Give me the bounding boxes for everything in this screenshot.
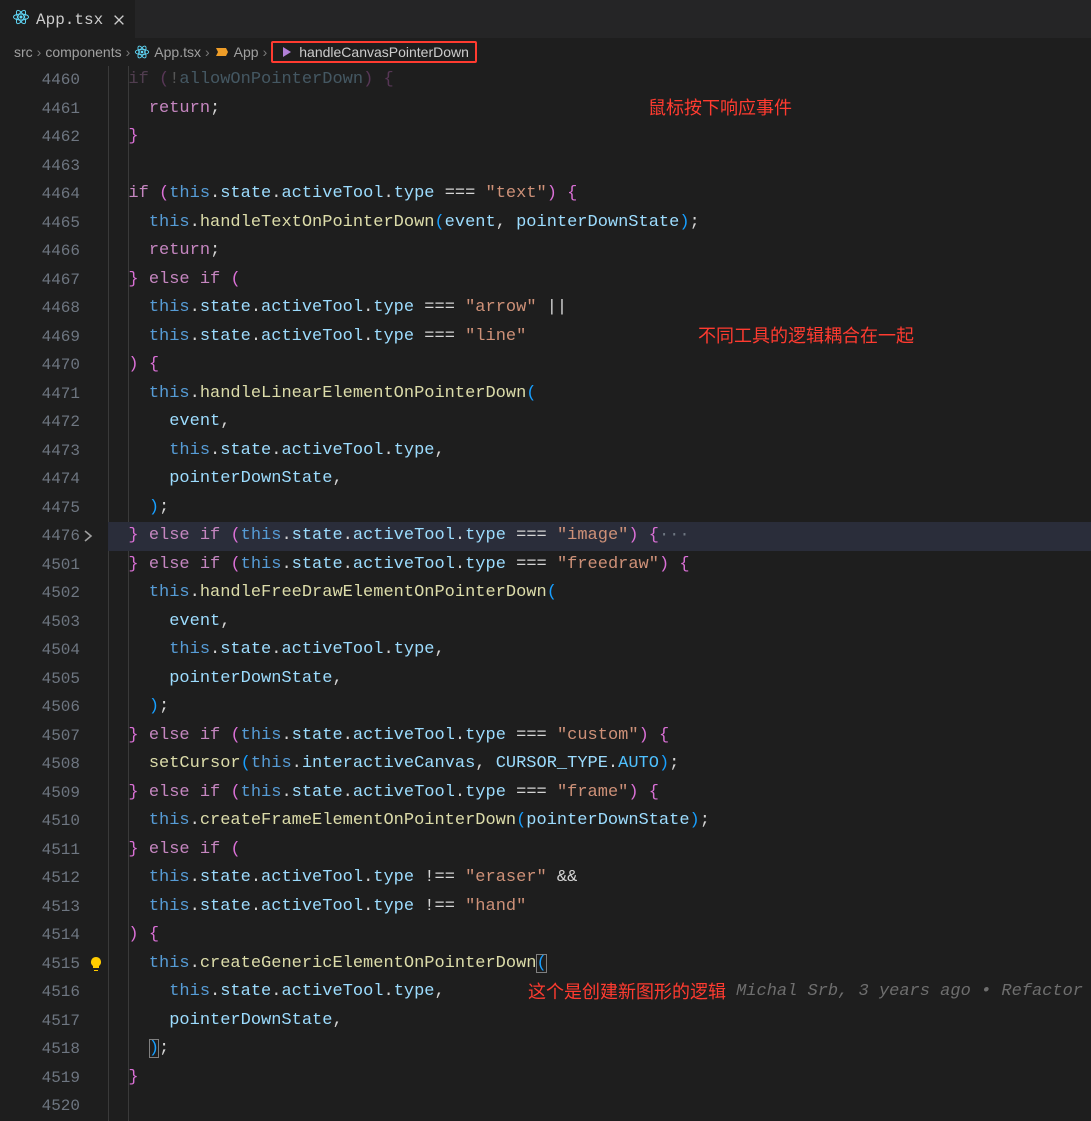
line-number: 4518 (0, 1035, 80, 1064)
line-number: 4504 (0, 636, 80, 665)
line-number: 4506 (0, 693, 80, 722)
line-number: 4509 (0, 779, 80, 808)
breadcrumb: src › components › App.tsx › App › handl… (0, 38, 1091, 66)
line-number: 4463 (0, 152, 80, 181)
line-number: 4516 (0, 978, 80, 1007)
line-number: 4469 (0, 323, 80, 352)
line-number: 4501 (0, 551, 80, 580)
line-number: 4460 (0, 66, 80, 95)
tab-filename: App.tsx (36, 11, 103, 29)
react-icon (12, 8, 30, 31)
code-editor[interactable]: 4460446144624463446444654466446744684469… (0, 66, 1091, 1121)
line-number: 4464 (0, 180, 80, 209)
line-number: 4503 (0, 608, 80, 637)
crumb-components[interactable]: components (45, 44, 121, 60)
line-number: 4515 (0, 950, 80, 979)
line-number: 4510 (0, 807, 80, 836)
chevron-right-icon: › (37, 44, 42, 60)
line-number: 4476 (0, 522, 80, 551)
gutter: 4460446144624463446444654466446744684469… (0, 66, 86, 1121)
line-number: 4514 (0, 921, 80, 950)
crumb-method-highlighted[interactable]: handleCanvasPointerDown (271, 41, 477, 63)
line-number: 4513 (0, 893, 80, 922)
line-number: 4470 (0, 351, 80, 380)
line-number: 4502 (0, 579, 80, 608)
crumb-class[interactable]: App (214, 44, 259, 60)
glyph-margin (86, 66, 108, 1121)
tab-bar: App.tsx (0, 0, 1091, 38)
line-number: 4461 (0, 95, 80, 124)
annotation-text: 不同工具的逻辑耦合在一起 (698, 322, 914, 348)
lightbulb-icon[interactable] (88, 956, 104, 977)
line-number: 4505 (0, 665, 80, 694)
line-number: 4462 (0, 123, 80, 152)
line-number: 4511 (0, 836, 80, 865)
close-icon[interactable] (109, 10, 129, 30)
annotation-text: 鼠标按下响应事件 (648, 94, 792, 120)
line-number: 4520 (0, 1092, 80, 1121)
line-number: 4471 (0, 380, 80, 409)
line-number: 4472 (0, 408, 80, 437)
line-number: 4473 (0, 437, 80, 466)
tab-app-tsx[interactable]: App.tsx (0, 0, 135, 38)
line-number: 4475 (0, 494, 80, 523)
line-number: 4466 (0, 237, 80, 266)
line-number: 4474 (0, 465, 80, 494)
crumb-src[interactable]: src (14, 44, 33, 60)
chevron-right-icon: › (126, 44, 131, 60)
line-number: 4508 (0, 750, 80, 779)
line-number: 4512 (0, 864, 80, 893)
line-number: 4519 (0, 1064, 80, 1093)
annotation-text: 这个是创建新图形的逻辑 (528, 978, 726, 1004)
line-number: 4465 (0, 209, 80, 238)
fold-ellipsis-icon[interactable]: ··· (659, 526, 690, 545)
line-number: 4517 (0, 1007, 80, 1036)
crumb-file[interactable]: App.tsx (134, 44, 201, 60)
line-number: 4507 (0, 722, 80, 751)
chevron-right-icon: › (263, 44, 268, 60)
chevron-right-icon: › (205, 44, 210, 60)
line-number: 4467 (0, 266, 80, 295)
line-number: 4468 (0, 294, 80, 323)
code-lines: if (!allowOnPointerDown) { return; } if … (108, 66, 1091, 1121)
